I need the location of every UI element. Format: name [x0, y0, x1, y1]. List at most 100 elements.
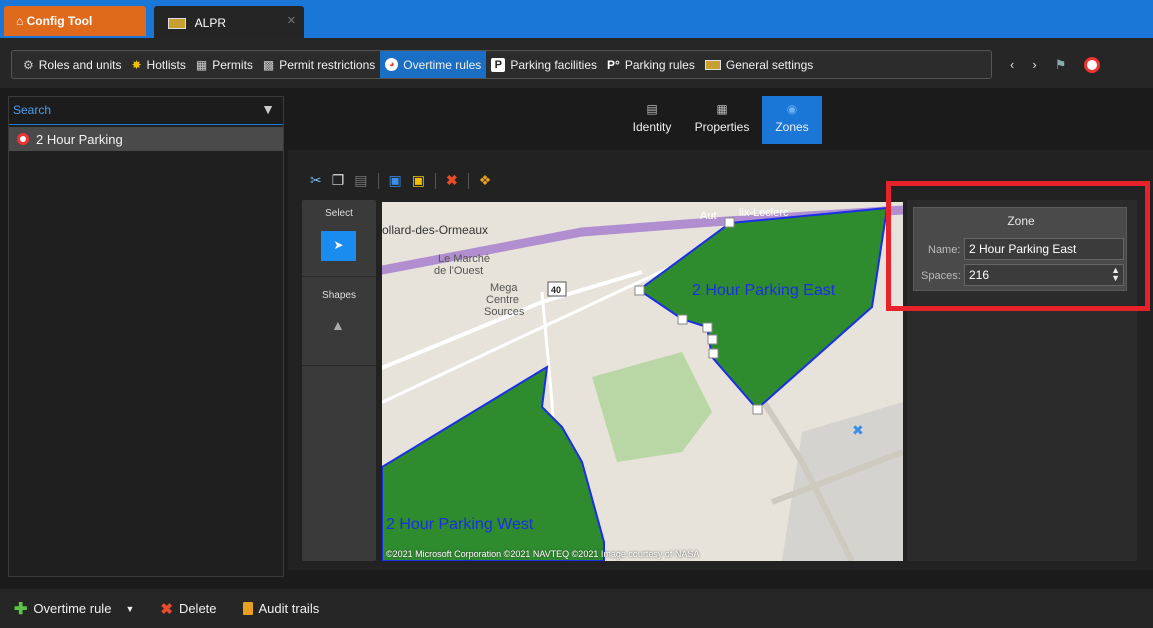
- import-icon[interactable]: ❖: [479, 172, 492, 189]
- parking-facilities-icon: P: [491, 57, 506, 72]
- add-overtime-rule-button[interactable]: ✚ Overtime rule ▼: [14, 599, 134, 619]
- tab-config-tool-label: Config Tool: [26, 14, 93, 28]
- parking-rules-icon: P°: [607, 57, 620, 72]
- airport-marker-icon: ✖: [852, 422, 864, 438]
- tab-properties[interactable]: ▦ Properties: [682, 96, 762, 144]
- task-nav-group: ⚙ Roles and units ✸ Hotlists ▦ Permits ▩…: [11, 50, 992, 79]
- tab-alpr-label: ALPR: [194, 16, 227, 30]
- nav-permits[interactable]: ▦ Permits: [191, 51, 258, 78]
- delete-label: Delete: [178, 601, 217, 616]
- tab-identity[interactable]: ▤ Identity: [622, 96, 682, 144]
- nav-overtime-label: Overtime rules: [403, 57, 482, 72]
- audit-trails-icon: [242, 602, 253, 615]
- permit-restrictions-icon: ▩: [262, 57, 275, 72]
- plus-icon: ✚: [14, 600, 28, 618]
- nav-roles-and-units[interactable]: ⚙ Roles and units: [18, 51, 126, 78]
- send-backward-icon[interactable]: ▣: [412, 172, 425, 189]
- toolbar-separator: [467, 172, 469, 189]
- overtime-icon: ◕: [385, 58, 399, 71]
- nav-parking-rules-label: Parking rules: [624, 57, 695, 72]
- highlight-box: [886, 181, 1150, 311]
- tools-divider: [302, 365, 376, 366]
- add-overtime-rule-label: Overtime rule: [33, 601, 112, 616]
- zone-vertex-handle[interactable]: [707, 334, 718, 345]
- zone-vertex-handle[interactable]: [752, 404, 763, 415]
- toolbar-separator: [435, 172, 436, 189]
- zone-vertex-handle[interactable]: [708, 348, 719, 359]
- nav-roles-label: Roles and units: [38, 57, 122, 72]
- copy-icon[interactable]: ❐: [332, 172, 345, 189]
- place-label: de l'Ouest: [434, 265, 483, 277]
- delete-button[interactable]: ✖ Delete: [160, 600, 216, 618]
- cut-icon[interactable]: ✂: [310, 172, 322, 189]
- task-navigation-bar: ⚙ Roles and units ✸ Hotlists ▦ Permits ▩…: [0, 38, 1153, 88]
- nav-parking-facilities-label: Parking facilities: [510, 57, 598, 72]
- overtime-rule-icon: [17, 133, 29, 145]
- nav-parking-rules[interactable]: P° Parking rules: [602, 51, 700, 78]
- nav-parking-facilities[interactable]: P Parking facilities: [486, 51, 602, 78]
- tab-identity-label: Identity: [632, 120, 672, 134]
- tab-zones[interactable]: ◉ Zones: [762, 96, 822, 144]
- map-canvas[interactable]: ollard-des-Ormeaux Le Marché de l'Ouest …: [382, 202, 903, 561]
- list-item[interactable]: 2 Hour Parking: [9, 127, 283, 151]
- audit-trails-button[interactable]: Audit trails: [242, 601, 320, 616]
- zone-east-label: 2 Hour Parking East: [692, 282, 836, 299]
- place-label: Le Marché: [438, 253, 490, 265]
- nav-general-settings-label: General settings: [725, 57, 814, 72]
- tools-divider: [302, 276, 376, 277]
- tools-column: Select ➤ Shapes ▲: [302, 200, 376, 561]
- delete-shape-icon[interactable]: ✖: [446, 172, 458, 189]
- filter-icon[interactable]: ▼: [261, 101, 275, 117]
- tab-properties-label: Properties: [694, 120, 750, 134]
- bottom-action-bar: ✚ Overtime rule ▼ ✖ Delete Audit trails: [0, 589, 1153, 628]
- nav-general-settings[interactable]: General settings: [700, 51, 818, 78]
- shapes-label: Shapes: [322, 290, 356, 301]
- search-box: ▼: [9, 97, 283, 125]
- zone-vertex-handle[interactable]: [702, 322, 713, 333]
- hotlists-icon: ✸: [131, 57, 142, 72]
- delete-icon: ✖: [160, 600, 173, 618]
- nav-permit-restrictions[interactable]: ▩ Permit restrictions: [258, 51, 380, 78]
- nav-permits-label: Permits: [212, 57, 253, 72]
- overtime-shortcut-icon[interactable]: [1084, 56, 1101, 73]
- map-pin-icon[interactable]: ⚑: [1055, 57, 1067, 73]
- zone-west-label: 2 Hour Parking West: [386, 516, 534, 533]
- zone-vertex-handle[interactable]: [677, 314, 688, 325]
- map-toolbar: ✂ ❐ ▤ ▣ ▣ ✖ ❖: [310, 172, 491, 189]
- paste-icon[interactable]: ▤: [354, 172, 367, 189]
- place-label: ollard-des-Ormeaux: [382, 223, 488, 237]
- tab-alpr[interactable]: ALPR ✕: [154, 6, 304, 38]
- tab-config-tool[interactable]: ⌂ Config Tool: [4, 6, 146, 36]
- roles-icon: ⚙: [23, 57, 34, 72]
- search-input[interactable]: [9, 97, 239, 123]
- route-number: 40: [551, 285, 561, 295]
- polygon-tool-icon[interactable]: ▲: [331, 317, 345, 333]
- zone-vertex-handle[interactable]: [724, 217, 735, 228]
- toolbar-separator: [377, 172, 379, 189]
- nav-hotlists[interactable]: ✸ Hotlists: [126, 51, 190, 78]
- select-tool-button[interactable]: ➤: [321, 231, 356, 261]
- permits-icon: ▦: [195, 57, 208, 72]
- chevron-down-icon[interactable]: ▼: [125, 604, 134, 614]
- content-tabs: ▤ Identity ▦ Properties ◉ Zones: [622, 96, 822, 144]
- properties-icon: ▦: [716, 102, 728, 116]
- forward-arrow-icon[interactable]: ›: [1032, 57, 1036, 72]
- pointer-icon: ➤: [333, 238, 344, 252]
- zone-map[interactable]: ollard-des-Ormeaux Le Marché de l'Ouest …: [382, 202, 903, 561]
- nav-right-controls: ‹ › ⚑: [1010, 50, 1101, 79]
- audit-trails-label: Audit trails: [258, 601, 320, 616]
- app-window: ⌂ Config Tool ALPR ✕ ⚙ Roles and units ✸…: [0, 0, 1153, 628]
- back-arrow-icon[interactable]: ‹: [1010, 57, 1014, 72]
- bring-forward-icon[interactable]: ▣: [389, 172, 402, 189]
- place-label: Mega: [490, 282, 518, 294]
- identity-icon: ▤: [646, 102, 658, 116]
- tab-zones-label: Zones: [775, 120, 809, 134]
- place-label: Centre: [486, 294, 519, 306]
- nav-overtime-rules[interactable]: ◕ Overtime rules: [380, 51, 487, 78]
- zone-vertex-handle[interactable]: [634, 285, 645, 296]
- nav-hotlists-label: Hotlists: [146, 57, 186, 72]
- map-copyright: ©2021 Microsoft Corporation ©2021 NAVTEQ…: [386, 549, 700, 559]
- nav-permit-restrictions-label: Permit restrictions: [279, 57, 376, 72]
- close-tab-icon[interactable]: ✕: [287, 14, 296, 27]
- home-icon: ⌂: [16, 14, 24, 28]
